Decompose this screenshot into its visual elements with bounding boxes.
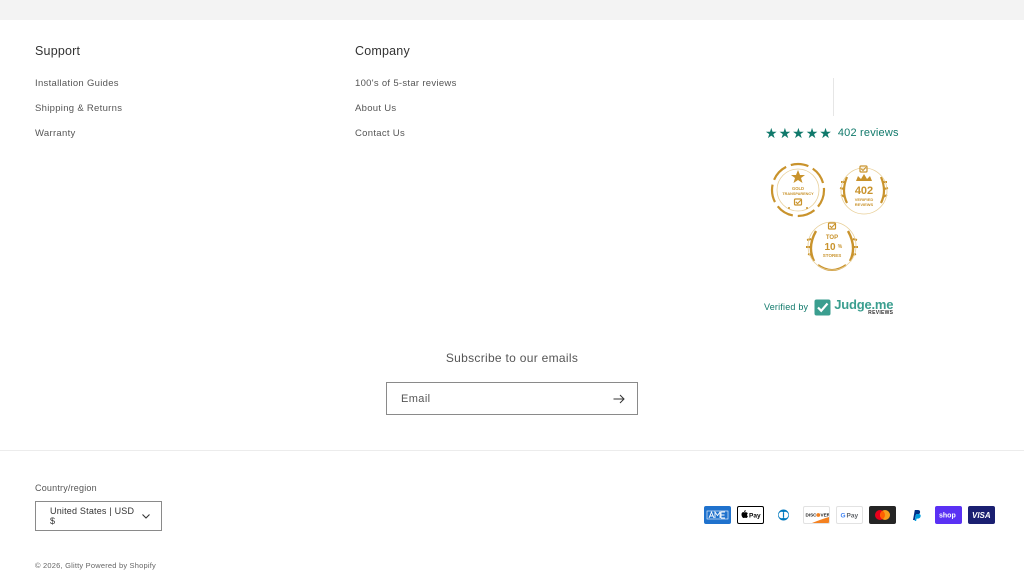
star-icon: ★: [765, 125, 778, 141]
top-stores-badge: TOP 10 % STORES: [804, 219, 860, 280]
visa-icon: VISA: [968, 506, 995, 524]
reviews-summary[interactable]: ★ ★ ★ ★ ★ 402 reviews: [765, 126, 899, 140]
country-region-label: Country/region: [35, 483, 97, 493]
verified-by-judgeme[interactable]: Verified by Judge.me REVIEWS: [764, 298, 894, 316]
svg-text:VER: VER: [821, 513, 830, 518]
badge-402-number: 402: [855, 185, 873, 197]
verified-by-label: Verified by: [764, 302, 809, 312]
star-icon: ★: [819, 125, 832, 141]
star-rating: ★ ★ ★ ★ ★: [765, 126, 832, 140]
gold-badge-line1: GOLD: [792, 186, 804, 191]
powered-by-shopify-link[interactable]: Powered by Shopify: [86, 561, 156, 570]
gold-transparency-badge: GOLD TRANSPARENCY: [770, 162, 826, 223]
star-icon: ★: [805, 125, 819, 141]
star-icon: ★: [778, 125, 792, 141]
top-badge-line1: TOP: [826, 235, 838, 241]
diners-club-icon: [770, 506, 797, 524]
judgeme-logo: Judge.me REVIEWS: [814, 298, 894, 316]
top-badge-unit: %: [838, 244, 843, 250]
svg-text:G: G: [841, 513, 846, 520]
chevron-down-icon: [142, 514, 150, 519]
judgeme-brand-sub: REVIEWS: [868, 310, 894, 316]
svg-text:shop: shop: [939, 513, 956, 520]
badge-402-line2: REVIEWS: [855, 202, 874, 207]
svg-text:DISC: DISC: [806, 513, 818, 518]
country-region-value: United States | USD $: [50, 506, 135, 526]
svg-text:Pay: Pay: [749, 513, 761, 520]
company-heading: Company: [355, 44, 410, 58]
shop-pay-icon: shop: [935, 506, 962, 524]
company-column: Company 100's of 5-star reviews About Us…: [355, 44, 457, 153]
top-badge-number: 10: [824, 242, 836, 253]
newsletter-form: [386, 382, 638, 415]
support-column: Support Installation Guides Shipping & R…: [35, 44, 122, 153]
link-shipping-returns[interactable]: Shipping & Returns: [35, 103, 122, 114]
google-pay-icon: G Pay: [836, 506, 863, 524]
arrow-right-icon: [613, 394, 625, 403]
link-installation-guides[interactable]: Installation Guides: [35, 78, 122, 89]
link-warranty[interactable]: Warranty: [35, 128, 122, 139]
footer-divider: [0, 450, 1024, 451]
mastercard-icon: [869, 506, 896, 524]
support-heading: Support: [35, 44, 81, 58]
top-badge-line2: STORES: [823, 253, 841, 258]
divider-line: [833, 78, 834, 116]
paypal-icon: [902, 506, 929, 524]
top-strip: [0, 0, 1024, 20]
copyright-text: © 2026, Glitty Powered by Shopify: [35, 561, 156, 570]
apple-pay-icon: Pay: [737, 506, 764, 524]
store-name-link[interactable]: Glitty: [65, 561, 83, 570]
subscribe-button[interactable]: [611, 391, 627, 407]
copyright-year: © 2026,: [35, 561, 63, 570]
verified-reviews-badge: 402 VERIFIED REVIEWS: [837, 163, 891, 224]
payment-methods: Pay DISC VER G Pay: [704, 506, 995, 524]
reviews-count-link[interactable]: 402 reviews: [838, 127, 899, 139]
link-contact-us[interactable]: Contact Us: [355, 128, 457, 139]
newsletter-title: Subscribe to our emails: [445, 351, 579, 365]
link-five-star-reviews[interactable]: 100's of 5-star reviews: [355, 78, 457, 89]
star-icon: ★: [792, 125, 805, 141]
gold-badge-line2: TRANSPARENCY: [782, 192, 814, 196]
country-region-select[interactable]: United States | USD $: [35, 501, 162, 531]
svg-text:Pay: Pay: [847, 513, 859, 520]
amex-icon: [704, 506, 731, 524]
svg-text:VISA: VISA: [972, 511, 991, 520]
email-input[interactable]: [401, 392, 611, 405]
discover-icon: DISC VER: [803, 506, 830, 524]
judgeme-check-icon: [814, 299, 831, 315]
link-about-us[interactable]: About Us: [355, 103, 457, 114]
